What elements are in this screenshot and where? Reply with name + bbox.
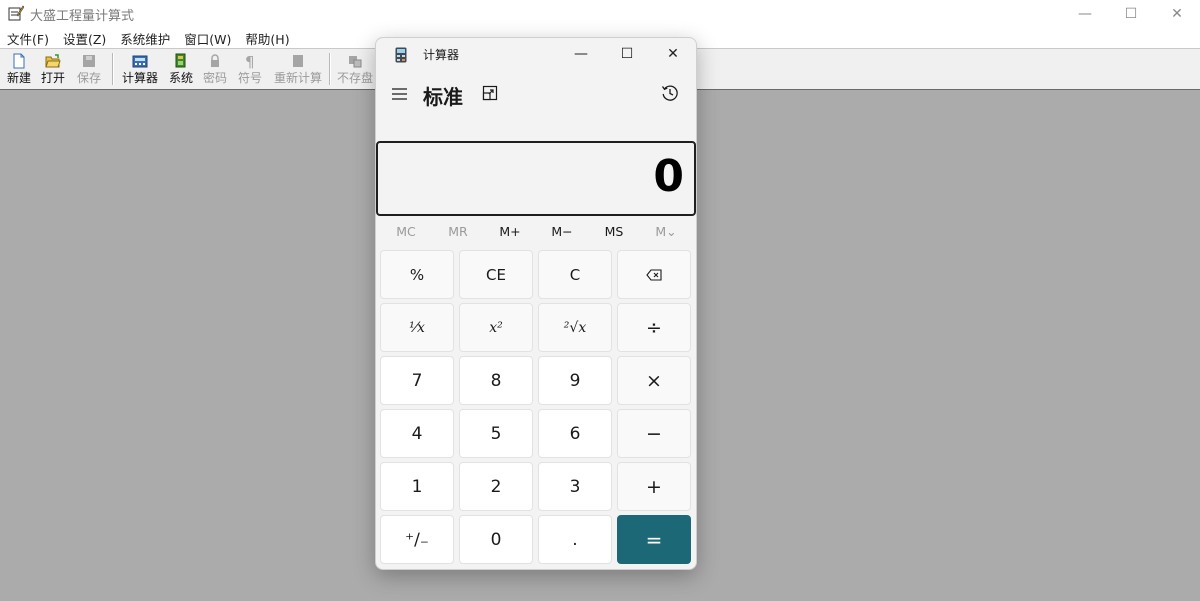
multiply-button[interactable]: × [617, 356, 691, 405]
memory-add-button[interactable]: M+ [484, 222, 536, 242]
new-document-icon [13, 53, 25, 69]
recalculate-icon [293, 55, 303, 67]
memory-store-button[interactable]: MS [588, 222, 640, 242]
hamburger-menu-icon[interactable] [390, 86, 410, 102]
digit-1-button[interactable]: 1 [380, 462, 454, 511]
digit-8-button[interactable]: 8 [459, 356, 533, 405]
pilcrow-icon: ¶ [245, 53, 255, 69]
keypad: % CE C ¹⁄x x² ²√x ÷ 7 8 9 × 4 5 6 − 1 2 … [380, 250, 692, 566]
close-button[interactable]: ✕ [1154, 0, 1200, 28]
symbol-label: 符号 [237, 71, 262, 85]
square-button[interactable]: x² [459, 303, 533, 352]
recalculate-label: 重新计算 [273, 71, 322, 85]
svg-text:¶: ¶ [245, 53, 255, 69]
password-button[interactable]: 密码 [198, 51, 232, 87]
percent-button[interactable]: % [380, 250, 454, 299]
calculator-icon [132, 55, 148, 68]
app-titlebar: 大盛工程量计算式 — ☐ ✕ [0, 0, 1200, 28]
calculator-title: 计算器 [423, 48, 460, 62]
recalculate-button[interactable]: 重新计算 [272, 51, 324, 87]
window-controls: — ☐ ✕ [1062, 0, 1200, 28]
subtract-button[interactable]: − [617, 409, 691, 458]
square-label: x² [489, 319, 503, 336]
menu-settings[interactable]: 设置(Z) [56, 29, 113, 48]
digit-6-button[interactable]: 6 [538, 409, 612, 458]
menu-file[interactable]: 文件(F) [0, 29, 56, 48]
memory-list-button[interactable]: M⌄ [640, 222, 692, 242]
app-title: 大盛工程量计算式 [30, 9, 135, 24]
maximize-button[interactable]: ☐ [1108, 0, 1154, 28]
memory-recall-button[interactable]: MR [432, 222, 484, 242]
system-label: 系统 [168, 71, 193, 85]
calculator-mode-title: 标准 [423, 85, 463, 109]
calculator-app-icon [395, 47, 407, 63]
menu-help[interactable]: 帮助(H) [238, 29, 296, 48]
memory-row: MC MR M+ M− MS M⌄ [380, 222, 692, 242]
save-icon [83, 55, 95, 67]
calculator-minimize-button[interactable]: — [558, 38, 604, 70]
toolbar-separator [112, 53, 114, 85]
backspace-icon [646, 268, 662, 281]
minimize-button[interactable]: — [1062, 0, 1108, 28]
new-button[interactable]: 新建 [2, 51, 36, 87]
clear-button[interactable]: C [538, 250, 612, 299]
reciprocal-label: ¹⁄x [409, 319, 425, 336]
add-button[interactable]: + [617, 462, 691, 511]
save-button[interactable]: 保存 [72, 51, 106, 87]
no-save-label: 不存盘 [336, 71, 373, 85]
digit-0-button[interactable]: 0 [459, 515, 533, 564]
clear-entry-button[interactable]: CE [459, 250, 533, 299]
digit-7-button[interactable]: 7 [380, 356, 454, 405]
reciprocal-button[interactable]: ¹⁄x [380, 303, 454, 352]
square-root-label: ²√x [563, 319, 587, 336]
calculator-maximize-button[interactable]: ☐ [604, 38, 650, 70]
open-button[interactable]: 打开 [36, 51, 70, 87]
keep-on-top-icon[interactable] [482, 85, 498, 101]
calculator-close-button[interactable]: ✕ [650, 38, 696, 70]
equals-button[interactable]: = [617, 515, 691, 564]
digit-2-button[interactable]: 2 [459, 462, 533, 511]
toolbar-separator [329, 53, 331, 85]
backspace-button[interactable] [617, 250, 691, 299]
menu-system-maintenance[interactable]: 系统维护 [113, 29, 177, 48]
digit-9-button[interactable]: 9 [538, 356, 612, 405]
divide-button[interactable]: ÷ [617, 303, 691, 352]
display-value: 0 [653, 151, 684, 202]
negate-button[interactable]: ⁺∕₋ [380, 515, 454, 564]
symbol-button[interactable]: ¶ 符号 [233, 51, 267, 87]
no-save-icon [349, 56, 362, 68]
history-icon[interactable] [661, 84, 679, 102]
no-save-button[interactable]: 不存盘 [335, 51, 375, 87]
memory-clear-button[interactable]: MC [380, 222, 432, 242]
open-folder-icon [45, 54, 61, 68]
digit-3-button[interactable]: 3 [538, 462, 612, 511]
square-root-button[interactable]: ²√x [538, 303, 612, 352]
new-label: 新建 [6, 71, 31, 85]
calculator-label: 计算器 [121, 71, 158, 85]
calculator-display: 0 [376, 141, 696, 216]
save-label: 保存 [76, 71, 101, 85]
memory-subtract-button[interactable]: M− [536, 222, 588, 242]
calculator-button[interactable]: 计算器 [120, 51, 160, 87]
system-button[interactable]: 系统 [164, 51, 198, 87]
menu-window[interactable]: 窗口(W) [177, 29, 238, 48]
lock-icon [211, 54, 219, 67]
calculator-window: 计算器 — ☐ ✕ 标准 0 MC MR M+ M− MS M⌄ % CE C [375, 37, 697, 570]
open-label: 打开 [40, 71, 65, 85]
app-icon [8, 5, 24, 21]
digit-4-button[interactable]: 4 [380, 409, 454, 458]
decimal-button[interactable]: . [538, 515, 612, 564]
system-icon [175, 53, 186, 68]
digit-5-button[interactable]: 5 [459, 409, 533, 458]
password-label: 密码 [202, 71, 227, 85]
calculator-window-controls: — ☐ ✕ [558, 38, 696, 70]
